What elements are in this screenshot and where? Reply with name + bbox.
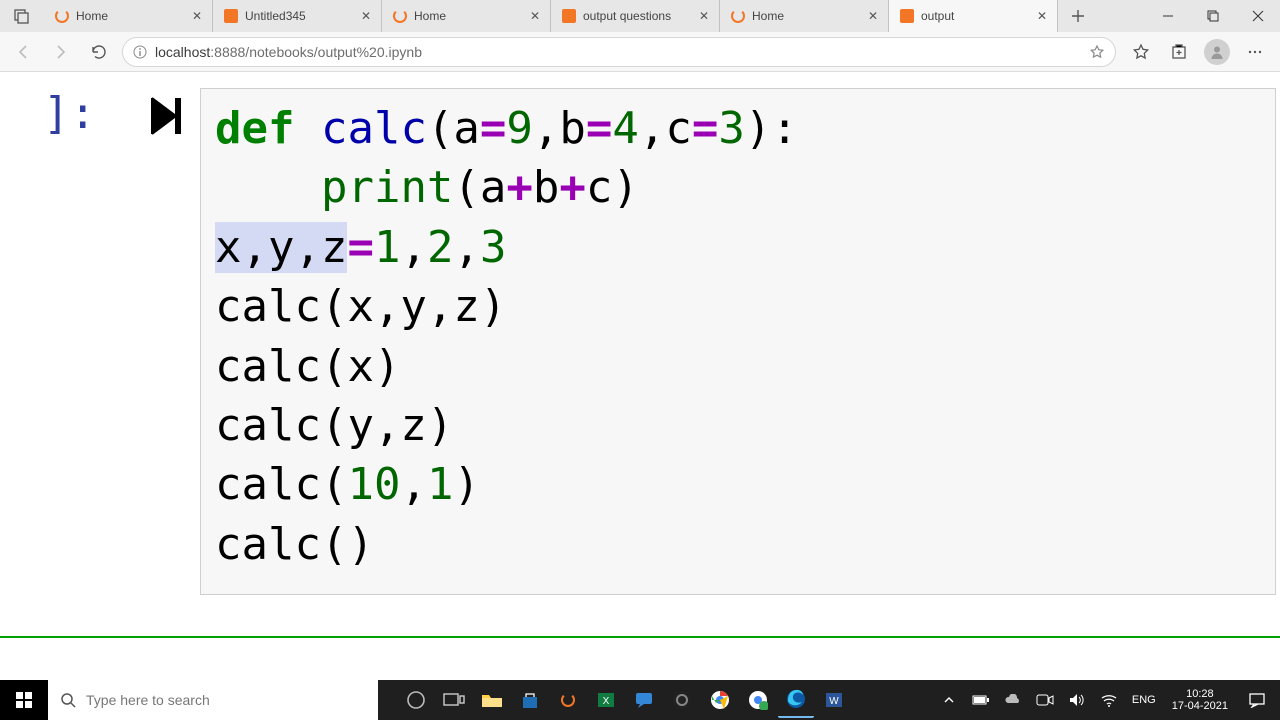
store-icon[interactable]: [512, 682, 548, 718]
back-button[interactable]: [8, 37, 38, 67]
collections-button[interactable]: [1162, 37, 1196, 67]
file-explorer-icon[interactable]: [474, 682, 510, 718]
code-input[interactable]: def calc(a=9,b=4,c=3): print(a+b+c) x,y,…: [200, 88, 1276, 595]
tray-chevron-icon[interactable]: [936, 682, 962, 718]
cell-prompt: ]:: [0, 88, 100, 139]
svg-text:W: W: [829, 696, 839, 707]
system-tray: ENG 10:28 17-04-2021: [936, 680, 1280, 720]
tray-language[interactable]: ENG: [1128, 694, 1160, 706]
browser-toolbar: localhost:8888/notebooks/output%20.ipynb: [0, 32, 1280, 72]
jupyter-book-icon: [223, 8, 239, 24]
taskview-icon[interactable]: [436, 682, 472, 718]
tab-title: output: [921, 9, 1029, 23]
meet-now-icon[interactable]: [1032, 682, 1058, 718]
close-icon[interactable]: ✕: [1035, 9, 1049, 23]
edge-icon[interactable]: [778, 682, 814, 718]
jupyter-spinner-icon: [392, 8, 408, 24]
volume-icon[interactable]: [1064, 682, 1090, 718]
jupyter-book-icon: [561, 8, 577, 24]
info-icon: [133, 45, 147, 59]
svg-text:X: X: [603, 696, 610, 707]
jupyter-book-icon: [899, 8, 915, 24]
task-icons: X W: [398, 680, 852, 720]
obs-icon[interactable]: [664, 682, 700, 718]
browser-tabs: Home ✕ Untitled345 ✕ Home ✕ output quest…: [44, 0, 1145, 32]
notebook-area: ]: def calc(a=9,b=4,c=3): print(a+b+c) x…: [0, 72, 1280, 680]
tab-title: Home: [752, 9, 860, 23]
tab-title: output questions: [583, 9, 691, 23]
chrome-icon[interactable]: [702, 682, 738, 718]
code-text: def calc(a=9,b=4,c=3): print(a+b+c) x,y,…: [215, 99, 1261, 574]
favorites-button[interactable]: [1124, 37, 1158, 67]
close-icon[interactable]: ✕: [866, 9, 880, 23]
battery-icon[interactable]: [968, 682, 994, 718]
refresh-button[interactable]: [84, 37, 114, 67]
url-text: localhost:8888/notebooks/output%20.ipynb: [155, 44, 422, 60]
tab-title: Untitled345: [245, 9, 353, 23]
minimize-button[interactable]: [1145, 0, 1190, 32]
close-window-button[interactable]: [1235, 0, 1280, 32]
windows-taskbar: Type here to search X W ENG 10:28 17-04-…: [0, 680, 1280, 720]
search-icon: [60, 692, 76, 708]
browser-titlebar: Home ✕ Untitled345 ✕ Home ✕ output quest…: [0, 0, 1280, 32]
tab-untitled345[interactable]: Untitled345 ✕: [213, 0, 382, 32]
tray-time: 10:28: [1172, 688, 1228, 700]
search-placeholder: Type here to search: [86, 692, 210, 708]
excel-icon[interactable]: X: [588, 682, 624, 718]
taskbar-search[interactable]: Type here to search: [48, 680, 378, 720]
profile-button[interactable]: [1200, 37, 1234, 67]
jupyter-spinner-icon: [730, 8, 746, 24]
jupyter-spinner-icon: [54, 8, 70, 24]
tab-title: Home: [414, 9, 522, 23]
close-icon[interactable]: ✕: [528, 9, 542, 23]
wifi-icon[interactable]: [1096, 682, 1122, 718]
close-icon[interactable]: ✕: [697, 9, 711, 23]
window-controls: [1145, 0, 1280, 32]
tab-output[interactable]: output ✕: [889, 0, 1058, 32]
onedrive-icon[interactable]: [1000, 682, 1026, 718]
tab-title: Home: [76, 9, 184, 23]
tray-date: 17-04-2021: [1172, 700, 1228, 712]
tab-actions-icon[interactable]: [0, 0, 44, 32]
feedback-icon[interactable]: [626, 682, 662, 718]
code-cell[interactable]: ]: def calc(a=9,b=4,c=3): print(a+b+c) x…: [0, 72, 1280, 595]
divider-line: [0, 636, 1280, 638]
jupyter-icon[interactable]: [550, 682, 586, 718]
tab-output-questions[interactable]: output questions ✕: [551, 0, 720, 32]
chrome-profile-icon[interactable]: [740, 682, 776, 718]
forward-button[interactable]: [46, 37, 76, 67]
new-tab-button[interactable]: [1058, 0, 1098, 32]
action-center-icon[interactable]: [1240, 692, 1274, 708]
tab-home-3[interactable]: Home ✕: [720, 0, 889, 32]
word-icon[interactable]: W: [816, 682, 852, 718]
start-button[interactable]: [0, 680, 48, 720]
cortana-icon[interactable]: [398, 682, 434, 718]
menu-button[interactable]: [1238, 37, 1272, 67]
run-cell-icon[interactable]: [100, 88, 200, 595]
close-icon[interactable]: ✕: [359, 9, 373, 23]
maximize-button[interactable]: [1190, 0, 1235, 32]
tab-home-2[interactable]: Home ✕: [382, 0, 551, 32]
star-plus-icon[interactable]: [1089, 44, 1105, 60]
close-icon[interactable]: ✕: [190, 9, 204, 23]
tray-clock[interactable]: 10:28 17-04-2021: [1166, 688, 1234, 712]
toolbar-right: [1124, 37, 1272, 67]
address-bar[interactable]: localhost:8888/notebooks/output%20.ipynb: [122, 37, 1116, 67]
tab-home-1[interactable]: Home ✕: [44, 0, 213, 32]
